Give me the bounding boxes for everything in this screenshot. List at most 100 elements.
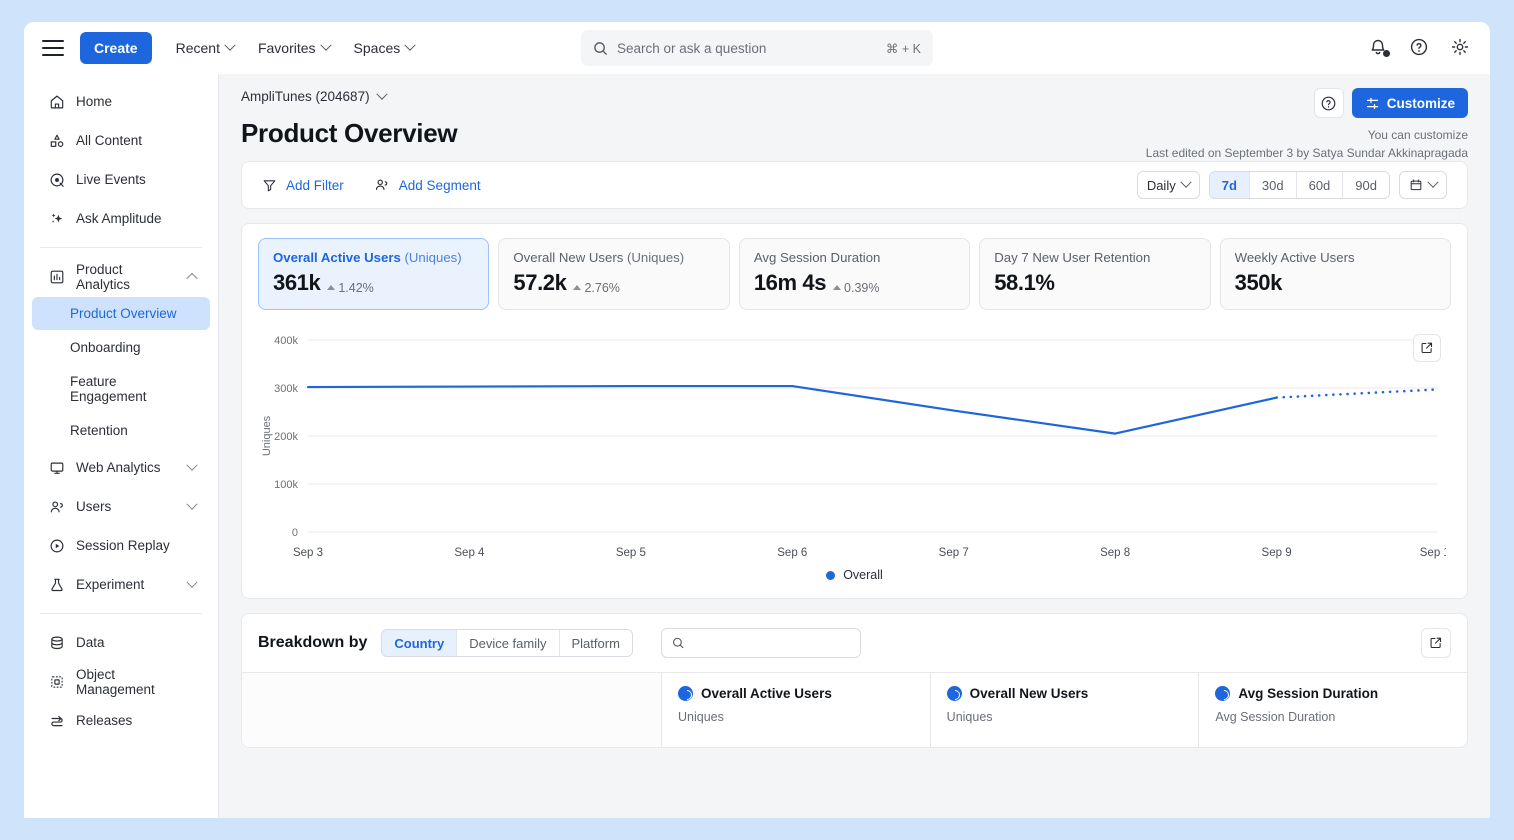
sidebar-item-live-events-label: Live Events [76, 172, 196, 187]
sidebar-item-all-content[interactable]: All Content [32, 121, 210, 160]
interval-select[interactable]: Daily [1137, 171, 1200, 199]
x-axis-tick-label: Sep 3 [293, 547, 323, 559]
sidebar-divider-2 [40, 613, 202, 614]
breakdown-expand-icon[interactable] [1421, 628, 1451, 658]
sidebar-item-experiment-label: Experiment [76, 577, 177, 592]
breakdown-search-input[interactable] [692, 636, 850, 651]
metric-value: 57.2k [513, 270, 566, 296]
metric-value-row: 350k [1235, 270, 1436, 296]
sidebar-item-retention[interactable]: Retention [32, 414, 210, 447]
sidebar-item-home[interactable]: Home [32, 82, 210, 121]
sidebar-divider-1 [40, 247, 202, 248]
metric-card-day7-new-user-retention[interactable]: Day 7 New User Retention 58.1% [979, 238, 1210, 310]
top-nav-menus: Recent Favorites Spaces [164, 33, 427, 63]
metric-card-avg-session-duration[interactable]: Avg Session Duration 16m 4s 0.39% [739, 238, 970, 310]
metric-title-text: Day 7 New User Retention [994, 250, 1150, 265]
sparkle-icon [48, 210, 65, 227]
metric-title-text: Overall New Users [513, 250, 623, 265]
date-range-segmented: 7d 30d 60d 90d [1209, 171, 1390, 199]
sidebar-item-object-management[interactable]: Object Management [32, 662, 210, 701]
breakdown-column-overall-new-users[interactable]: Overall New Users Uniques [931, 673, 1200, 747]
database-icon [48, 634, 65, 651]
range-7d[interactable]: 7d [1210, 172, 1250, 198]
breakdown-search[interactable] [661, 628, 861, 658]
page-header-actions: Customize You can customize Last edited … [1146, 88, 1468, 160]
breakdown-tab-platform[interactable]: Platform [560, 630, 632, 656]
range-90d[interactable]: 90d [1343, 172, 1389, 198]
sliders-icon [1365, 96, 1380, 111]
sidebar-item-users[interactable]: Users [32, 487, 210, 526]
metric-card-weekly-active-users[interactable]: Weekly Active Users 350k [1220, 238, 1451, 310]
sidebar-item-product-analytics[interactable]: Product Analytics [32, 257, 210, 296]
sidebar-item-experiment[interactable]: Experiment [32, 565, 210, 604]
nav-menu-favorites[interactable]: Favorites [246, 33, 342, 63]
users-icon [48, 498, 65, 515]
sidebar-item-onboarding[interactable]: Onboarding [32, 331, 210, 364]
create-button[interactable]: Create [80, 32, 152, 64]
breakdown-column-sub: Uniques [947, 710, 1183, 724]
search-icon [593, 41, 608, 56]
event-icon [678, 686, 693, 701]
sidebar-item-data[interactable]: Data [32, 623, 210, 662]
calendar-picker[interactable] [1399, 171, 1447, 199]
bar-chart-icon [48, 268, 65, 285]
metric-delta-value: 1.42% [338, 281, 373, 295]
sidebar-item-feature-engagement[interactable]: Feature Engagement [32, 365, 210, 413]
event-icon [1215, 686, 1230, 701]
legend-dot [826, 571, 835, 580]
global-search[interactable]: ⌘ + K [581, 30, 933, 66]
sidebar-item-ask-amplitude-label: Ask Amplitude [76, 211, 196, 226]
add-filter-button[interactable]: Add Filter [262, 178, 344, 193]
range-60d[interactable]: 60d [1297, 172, 1344, 198]
calendar-icon [1409, 178, 1423, 192]
x-axis-tick-label: Sep 7 [939, 547, 969, 559]
help-circle-icon[interactable] [1314, 88, 1344, 118]
sidebar-item-session-replay[interactable]: Session Replay [32, 526, 210, 565]
chart-svg: 0100k200k300k400kUniquesSep 3Sep 4Sep 5S… [256, 326, 1446, 566]
home-icon [48, 93, 65, 110]
notifications-icon[interactable] [1368, 37, 1390, 59]
breakdown-column-overall-active-users[interactable]: Overall Active Users Uniques [662, 673, 931, 747]
metric-value-row: 57.2k 2.76% [513, 270, 714, 296]
search-input[interactable] [617, 41, 877, 56]
breakdown-column-title-text: Overall New Users [970, 686, 1089, 701]
chart-legend[interactable]: Overall [256, 568, 1453, 582]
line-chart: 0100k200k300k400kUniquesSep 3Sep 4Sep 5S… [256, 326, 1453, 588]
nav-menu-recent[interactable]: Recent [164, 33, 246, 63]
chart-card: Overall Active Users (Uniques) 361k 1.42… [241, 223, 1468, 599]
main-content: AmpliTunes (204687) Product Overview [219, 74, 1490, 818]
add-segment-label: Add Segment [399, 178, 481, 193]
sidebar-item-ask-amplitude[interactable]: Ask Amplitude [32, 199, 210, 238]
content-split: Home All Content [24, 74, 1490, 818]
object-icon [48, 673, 65, 690]
sidebar-item-releases[interactable]: Releases [32, 701, 210, 740]
breakdown-column-avg-session-duration[interactable]: Avg Session Duration Avg Session Duratio… [1199, 673, 1467, 747]
chart-line-solid [308, 386, 1277, 434]
add-segment-button[interactable]: Add Segment [374, 177, 481, 193]
sidebar-item-web-analytics-label: Web Analytics [76, 460, 177, 475]
chart-expand-icon[interactable] [1413, 334, 1441, 362]
metric-title: Avg Session Duration [754, 250, 955, 265]
customize-button[interactable]: Customize [1352, 88, 1468, 118]
sidebar-item-product-overview[interactable]: Product Overview [32, 297, 210, 330]
breakdown-title: Breakdown by [258, 634, 367, 652]
breakdown-tab-country[interactable]: Country [382, 630, 457, 656]
chevron-down-icon [376, 88, 387, 99]
range-30d[interactable]: 30d [1250, 172, 1297, 198]
y-axis-tick-label: 200k [274, 431, 298, 443]
filter-bar-right: Daily 7d 30d 60d 90d [1137, 171, 1447, 199]
metric-title-text: Weekly Active Users [1235, 250, 1355, 265]
settings-gear-icon[interactable] [1450, 37, 1472, 59]
metric-delta: 0.39% [833, 281, 879, 295]
help-icon[interactable] [1409, 37, 1431, 59]
breakdown-tab-device-family[interactable]: Device family [457, 630, 559, 656]
metric-card-overall-new-users[interactable]: Overall New Users (Uniques) 57.2k 2.76% [498, 238, 729, 310]
sidebar-item-web-analytics[interactable]: Web Analytics [32, 448, 210, 487]
metric-card-overall-active-users[interactable]: Overall Active Users (Uniques) 361k 1.42… [258, 238, 489, 310]
metric-delta-value: 2.76% [584, 281, 619, 295]
menu-icon[interactable] [42, 40, 64, 56]
nav-menu-spaces[interactable]: Spaces [342, 33, 427, 63]
sidebar-item-live-events[interactable]: Live Events [32, 160, 210, 199]
metric-delta: 1.42% [327, 281, 373, 295]
breadcrumb[interactable]: AmpliTunes (204687) [241, 89, 386, 104]
